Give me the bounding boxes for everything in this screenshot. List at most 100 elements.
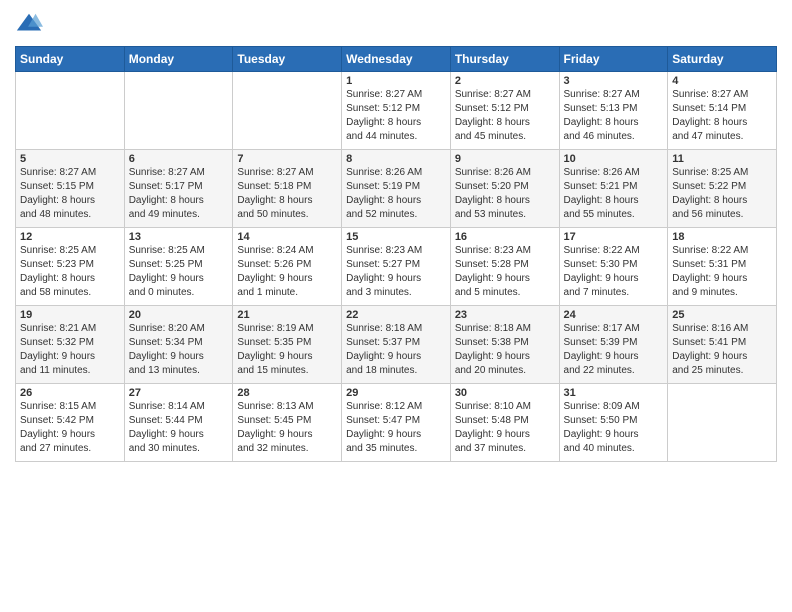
calendar-cell: 31Sunrise: 8:09 AM Sunset: 5:50 PM Dayli…: [559, 384, 668, 462]
day-number: 24: [564, 309, 664, 321]
calendar-cell: 20Sunrise: 8:20 AM Sunset: 5:34 PM Dayli…: [124, 306, 233, 384]
calendar-cell: 28Sunrise: 8:13 AM Sunset: 5:45 PM Dayli…: [233, 384, 342, 462]
day-info: Sunrise: 8:27 AM Sunset: 5:12 PM Dayligh…: [455, 88, 555, 144]
day-info: Sunrise: 8:24 AM Sunset: 5:26 PM Dayligh…: [237, 244, 337, 300]
day-number: 9: [455, 153, 555, 165]
day-number: 11: [672, 153, 772, 165]
day-number: 22: [346, 309, 446, 321]
calendar-cell: 29Sunrise: 8:12 AM Sunset: 5:47 PM Dayli…: [342, 384, 451, 462]
day-number: 28: [237, 387, 337, 399]
day-number: 14: [237, 231, 337, 243]
day-info: Sunrise: 8:26 AM Sunset: 5:20 PM Dayligh…: [455, 166, 555, 222]
day-info: Sunrise: 8:27 AM Sunset: 5:14 PM Dayligh…: [672, 88, 772, 144]
day-info: Sunrise: 8:25 AM Sunset: 5:25 PM Dayligh…: [129, 244, 229, 300]
week-row-2: 5Sunrise: 8:27 AM Sunset: 5:15 PM Daylig…: [16, 150, 777, 228]
calendar-cell: 18Sunrise: 8:22 AM Sunset: 5:31 PM Dayli…: [668, 228, 777, 306]
header-day-friday: Friday: [559, 47, 668, 72]
header-day-thursday: Thursday: [450, 47, 559, 72]
day-info: Sunrise: 8:20 AM Sunset: 5:34 PM Dayligh…: [129, 322, 229, 378]
calendar-cell: 11Sunrise: 8:25 AM Sunset: 5:22 PM Dayli…: [668, 150, 777, 228]
day-info: Sunrise: 8:18 AM Sunset: 5:37 PM Dayligh…: [346, 322, 446, 378]
day-number: 4: [672, 75, 772, 87]
header: [15, 10, 777, 38]
calendar-cell: 16Sunrise: 8:23 AM Sunset: 5:28 PM Dayli…: [450, 228, 559, 306]
day-number: 17: [564, 231, 664, 243]
day-number: 25: [672, 309, 772, 321]
day-info: Sunrise: 8:26 AM Sunset: 5:19 PM Dayligh…: [346, 166, 446, 222]
logo-icon: [15, 10, 43, 38]
calendar-cell: [16, 72, 125, 150]
calendar-cell: 9Sunrise: 8:26 AM Sunset: 5:20 PM Daylig…: [450, 150, 559, 228]
calendar-cell: 24Sunrise: 8:17 AM Sunset: 5:39 PM Dayli…: [559, 306, 668, 384]
header-day-saturday: Saturday: [668, 47, 777, 72]
day-number: 10: [564, 153, 664, 165]
header-row: SundayMondayTuesdayWednesdayThursdayFrid…: [16, 47, 777, 72]
day-number: 19: [20, 309, 120, 321]
header-day-wednesday: Wednesday: [342, 47, 451, 72]
calendar-cell: 2Sunrise: 8:27 AM Sunset: 5:12 PM Daylig…: [450, 72, 559, 150]
calendar-cell: 15Sunrise: 8:23 AM Sunset: 5:27 PM Dayli…: [342, 228, 451, 306]
day-number: 15: [346, 231, 446, 243]
day-number: 26: [20, 387, 120, 399]
calendar-cell: 25Sunrise: 8:16 AM Sunset: 5:41 PM Dayli…: [668, 306, 777, 384]
day-info: Sunrise: 8:21 AM Sunset: 5:32 PM Dayligh…: [20, 322, 120, 378]
week-row-3: 12Sunrise: 8:25 AM Sunset: 5:23 PM Dayli…: [16, 228, 777, 306]
day-number: 13: [129, 231, 229, 243]
calendar-cell: 13Sunrise: 8:25 AM Sunset: 5:25 PM Dayli…: [124, 228, 233, 306]
calendar-cell: 3Sunrise: 8:27 AM Sunset: 5:13 PM Daylig…: [559, 72, 668, 150]
calendar-cell: 19Sunrise: 8:21 AM Sunset: 5:32 PM Dayli…: [16, 306, 125, 384]
calendar-cell: 1Sunrise: 8:27 AM Sunset: 5:12 PM Daylig…: [342, 72, 451, 150]
day-number: 29: [346, 387, 446, 399]
day-number: 5: [20, 153, 120, 165]
calendar-cell: 8Sunrise: 8:26 AM Sunset: 5:19 PM Daylig…: [342, 150, 451, 228]
week-row-5: 26Sunrise: 8:15 AM Sunset: 5:42 PM Dayli…: [16, 384, 777, 462]
calendar-header: SundayMondayTuesdayWednesdayThursdayFrid…: [16, 47, 777, 72]
day-number: 6: [129, 153, 229, 165]
week-row-4: 19Sunrise: 8:21 AM Sunset: 5:32 PM Dayli…: [16, 306, 777, 384]
day-number: 2: [455, 75, 555, 87]
calendar-cell: 22Sunrise: 8:18 AM Sunset: 5:37 PM Dayli…: [342, 306, 451, 384]
calendar-cell: [668, 384, 777, 462]
logo: [15, 10, 45, 38]
day-number: 23: [455, 309, 555, 321]
day-info: Sunrise: 8:12 AM Sunset: 5:47 PM Dayligh…: [346, 400, 446, 456]
day-number: 27: [129, 387, 229, 399]
day-info: Sunrise: 8:10 AM Sunset: 5:48 PM Dayligh…: [455, 400, 555, 456]
day-info: Sunrise: 8:15 AM Sunset: 5:42 PM Dayligh…: [20, 400, 120, 456]
day-number: 21: [237, 309, 337, 321]
day-number: 12: [20, 231, 120, 243]
day-info: Sunrise: 8:22 AM Sunset: 5:31 PM Dayligh…: [672, 244, 772, 300]
day-number: 30: [455, 387, 555, 399]
calendar-cell: 5Sunrise: 8:27 AM Sunset: 5:15 PM Daylig…: [16, 150, 125, 228]
day-info: Sunrise: 8:14 AM Sunset: 5:44 PM Dayligh…: [129, 400, 229, 456]
day-info: Sunrise: 8:25 AM Sunset: 5:23 PM Dayligh…: [20, 244, 120, 300]
day-info: Sunrise: 8:26 AM Sunset: 5:21 PM Dayligh…: [564, 166, 664, 222]
calendar-cell: 17Sunrise: 8:22 AM Sunset: 5:30 PM Dayli…: [559, 228, 668, 306]
calendar-cell: 12Sunrise: 8:25 AM Sunset: 5:23 PM Dayli…: [16, 228, 125, 306]
week-row-1: 1Sunrise: 8:27 AM Sunset: 5:12 PM Daylig…: [16, 72, 777, 150]
day-number: 16: [455, 231, 555, 243]
day-info: Sunrise: 8:27 AM Sunset: 5:15 PM Dayligh…: [20, 166, 120, 222]
calendar-cell: [124, 72, 233, 150]
day-info: Sunrise: 8:18 AM Sunset: 5:38 PM Dayligh…: [455, 322, 555, 378]
calendar-cell: 10Sunrise: 8:26 AM Sunset: 5:21 PM Dayli…: [559, 150, 668, 228]
day-info: Sunrise: 8:16 AM Sunset: 5:41 PM Dayligh…: [672, 322, 772, 378]
day-info: Sunrise: 8:27 AM Sunset: 5:12 PM Dayligh…: [346, 88, 446, 144]
calendar-cell: 14Sunrise: 8:24 AM Sunset: 5:26 PM Dayli…: [233, 228, 342, 306]
calendar-cell: 7Sunrise: 8:27 AM Sunset: 5:18 PM Daylig…: [233, 150, 342, 228]
day-info: Sunrise: 8:22 AM Sunset: 5:30 PM Dayligh…: [564, 244, 664, 300]
calendar-cell: 26Sunrise: 8:15 AM Sunset: 5:42 PM Dayli…: [16, 384, 125, 462]
calendar-cell: 30Sunrise: 8:10 AM Sunset: 5:48 PM Dayli…: [450, 384, 559, 462]
day-number: 1: [346, 75, 446, 87]
header-day-tuesday: Tuesday: [233, 47, 342, 72]
calendar-cell: 27Sunrise: 8:14 AM Sunset: 5:44 PM Dayli…: [124, 384, 233, 462]
day-info: Sunrise: 8:13 AM Sunset: 5:45 PM Dayligh…: [237, 400, 337, 456]
day-info: Sunrise: 8:27 AM Sunset: 5:17 PM Dayligh…: [129, 166, 229, 222]
day-number: 3: [564, 75, 664, 87]
day-info: Sunrise: 8:23 AM Sunset: 5:28 PM Dayligh…: [455, 244, 555, 300]
day-info: Sunrise: 8:25 AM Sunset: 5:22 PM Dayligh…: [672, 166, 772, 222]
day-info: Sunrise: 8:23 AM Sunset: 5:27 PM Dayligh…: [346, 244, 446, 300]
day-number: 20: [129, 309, 229, 321]
calendar-body: 1Sunrise: 8:27 AM Sunset: 5:12 PM Daylig…: [16, 72, 777, 462]
header-day-monday: Monday: [124, 47, 233, 72]
